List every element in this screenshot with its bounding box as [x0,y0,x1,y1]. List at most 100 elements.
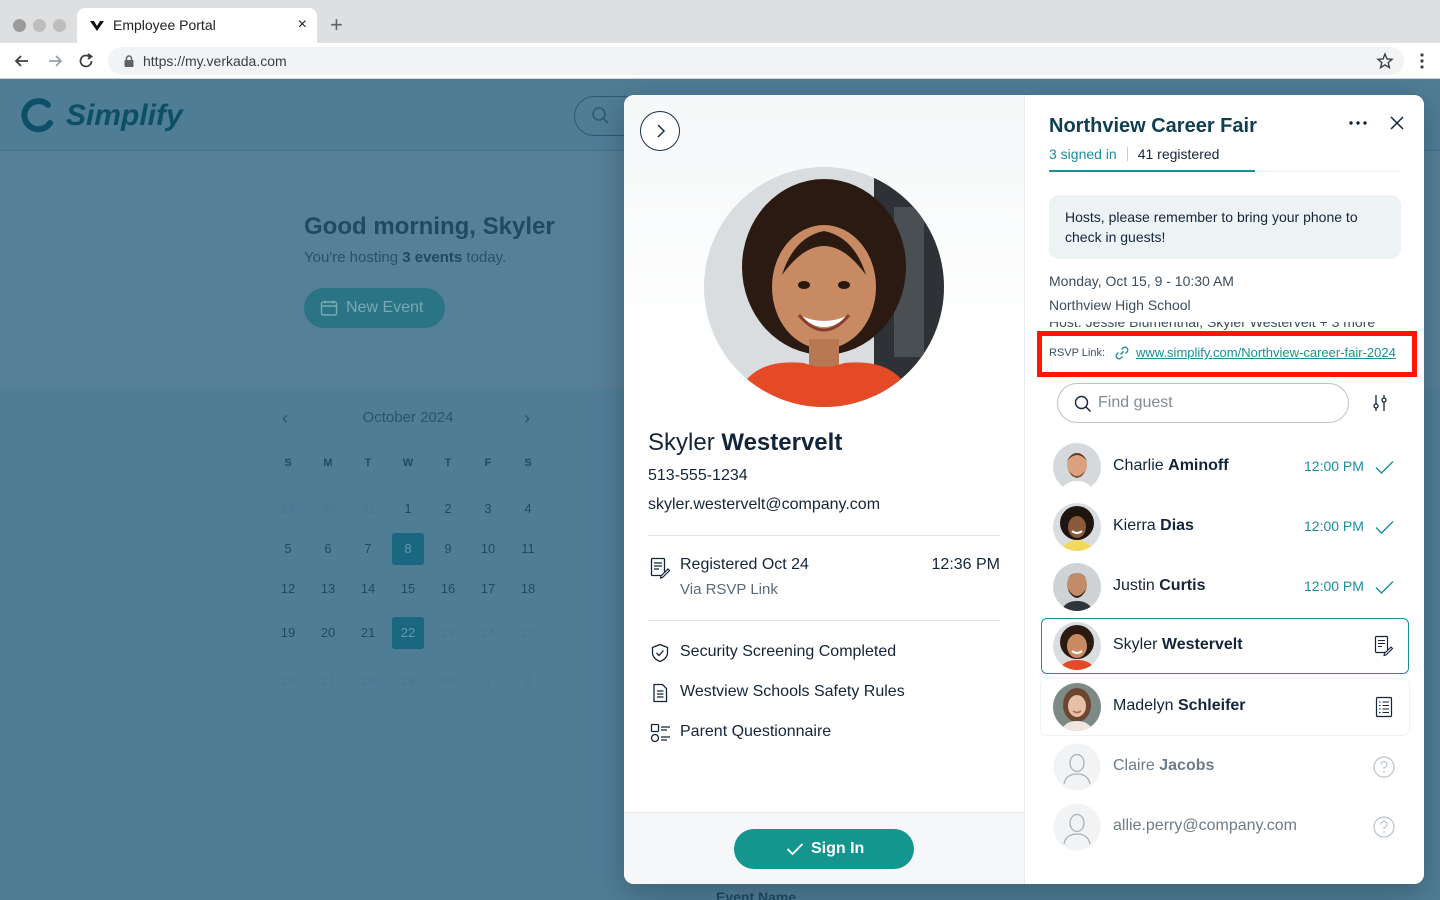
window-zoom-dot[interactable] [53,19,66,32]
forward-arrow-icon[interactable] [45,51,65,71]
window-minimize-dot[interactable] [33,19,46,32]
calendar-day[interactable]: 21 [352,617,384,649]
guest-row-justin-curtis[interactable]: Justin Curtis 12:00 PM [1041,559,1409,615]
next-month-icon[interactable]: › [524,408,530,429]
guest-row-claire-jacobs[interactable]: Claire Jacobs [1041,739,1409,795]
calendar-day[interactable]: 8 [392,533,424,565]
guest-name: Kierra Dias [1113,517,1194,534]
checked-icon [1375,521,1394,534]
calendar-day[interactable]: 31 [352,493,384,525]
guest-row-kierra-dias[interactable]: Kierra Dias 12:00 PM [1041,499,1409,555]
tab-bar: Employee Portal × + [0,0,1440,43]
host-note: Hosts, please remember to bring your pho… [1049,195,1401,259]
checklist-icon [1375,696,1393,718]
calendar-day[interactable]: 29 [272,493,304,525]
back-arrow-icon[interactable] [12,51,32,71]
calendar-day[interactable]: 7 [352,533,384,565]
reload-icon[interactable] [76,51,96,71]
calendar-day[interactable]: 22 [392,617,424,649]
calendar-day[interactable]: 11 [512,533,544,565]
browser-tab[interactable]: Employee Portal × [77,8,317,43]
rsvp-label: RSVP Link: [1049,347,1106,359]
event-name-column-header: Event Name [716,889,797,900]
calendar-day[interactable]: 28 [352,665,384,697]
user-placeholder-icon [1053,743,1101,791]
calendar-day[interactable]: 13 [312,573,344,605]
registration-form-icon [650,557,670,579]
guest-name: Skyler Westervelt [1113,636,1243,653]
rsvp-link-highlight: RSVP Link: www.simplify.com/Northview-ca… [1037,331,1417,377]
filter-sliders-icon[interactable] [1371,393,1389,413]
calendar-day[interactable]: 16 [432,573,464,605]
calendar-day[interactable]: 3 [472,493,504,525]
avatar [1053,503,1101,551]
guest-detail-panel: Skyler Westervelt 513-555-1234 skyler.we… [624,95,1024,884]
guest-photo-skyler [704,167,944,407]
calendar-day[interactable]: 17 [472,573,504,605]
avatar-placeholder [1053,743,1101,791]
new-tab-button[interactable]: + [330,14,343,36]
find-guest-field[interactable] [1057,383,1349,423]
calendar-day[interactable]: 26 [272,665,304,697]
calendar-day[interactable]: 2 [512,665,544,697]
calendar-day[interactable]: 15 [392,573,424,605]
requirement-parent-questionnaire[interactable]: Parent Questionnaire [650,721,1000,745]
avatar [1053,622,1101,670]
window-close-dot[interactable] [13,19,26,32]
calendar-day[interactable]: 10 [472,533,504,565]
document-icon [653,683,668,703]
calendar-day[interactable]: 18 [512,573,544,605]
guest-row-charlie-aminoff[interactable]: Charlie Aminoff 12:00 PM [1041,439,1409,495]
browser-menu-icon[interactable] [1420,53,1424,69]
calendar-day[interactable]: 14 [352,573,384,605]
calendar-day[interactable]: 12 [272,573,304,605]
sign-in-time: 12:00 PM [1304,518,1364,534]
tab-close-icon[interactable]: × [298,16,307,34]
guest-row-skyler-westervelt[interactable]: Skyler Westervelt [1041,618,1409,674]
requirement-safety-rules[interactable]: Westview Schools Safety Rules [650,681,1000,705]
sign-in-time: 12:00 PM [1304,578,1364,594]
find-guest-input[interactable] [1098,392,1328,414]
tab-signed-in[interactable]: 3 signed in [1049,146,1117,162]
calendar-day[interactable]: 1 [392,493,424,525]
simplify-logo[interactable]: Simplify [18,95,188,135]
event-datetime: Monday, Oct 15, 9 - 10:30 AM [1049,273,1234,289]
calendar-day[interactable]: 1 [472,665,504,697]
rsvp-link[interactable]: www.simplify.com/Northview-career-fair-2… [1136,345,1402,360]
calendar-day[interactable]: 25 [512,617,544,649]
tab-registered[interactable]: 41 registered [1138,146,1220,162]
guest-row-madelyn-schleifer[interactable]: Madelyn Schleifer [1041,679,1409,735]
calendar-day[interactable]: 9 [432,533,464,565]
greeting-heading: Good morning, Skyler [304,213,555,240]
calendar-day[interactable]: 27 [312,665,344,697]
calendar-day[interactable]: 19 [272,617,304,649]
calendar-day[interactable]: 30 [312,493,344,525]
attendance-stats: 3 signed in 41 registered [1049,146,1219,162]
bookmark-star-icon[interactable] [1376,52,1394,70]
sign-in-button[interactable]: Sign In [734,829,914,869]
calendar-day[interactable]: 5 [272,533,304,565]
more-options-icon[interactable] [1347,113,1369,133]
calendar-day[interactable]: 23 [432,617,464,649]
requirement-security-screening[interactable]: Security Screening Completed [650,641,1000,665]
calendar-day[interactable]: 6 [312,533,344,565]
calendar-day[interactable]: 24 [472,617,504,649]
address-bar[interactable]: https://my.verkada.com [108,47,1404,75]
guest-row-allie-perry[interactable]: allie.perry@company.com [1041,799,1409,855]
new-event-button[interactable]: New Event [304,288,445,328]
calendar-day[interactable]: 4 [512,493,544,525]
hosting-summary: You're hosting 3 events today. [304,249,507,266]
calendar-day[interactable]: 29 [392,665,424,697]
calendar-day[interactable]: 20 [312,617,344,649]
calendar-icon [320,300,338,316]
guest-name: Justin Curtis [1113,577,1206,594]
close-icon[interactable] [1387,113,1407,133]
calendar-day[interactable]: 30 [432,665,464,697]
weekday-label: S [524,457,532,469]
chevron-right-icon [657,124,666,138]
calendar-day[interactable]: 2 [432,493,464,525]
browser-chrome: Employee Portal × + https://my.verkada.c… [0,0,1440,79]
collapse-panel-button[interactable] [640,111,680,151]
search-icon [1074,395,1091,412]
question-icon [1373,816,1395,838]
